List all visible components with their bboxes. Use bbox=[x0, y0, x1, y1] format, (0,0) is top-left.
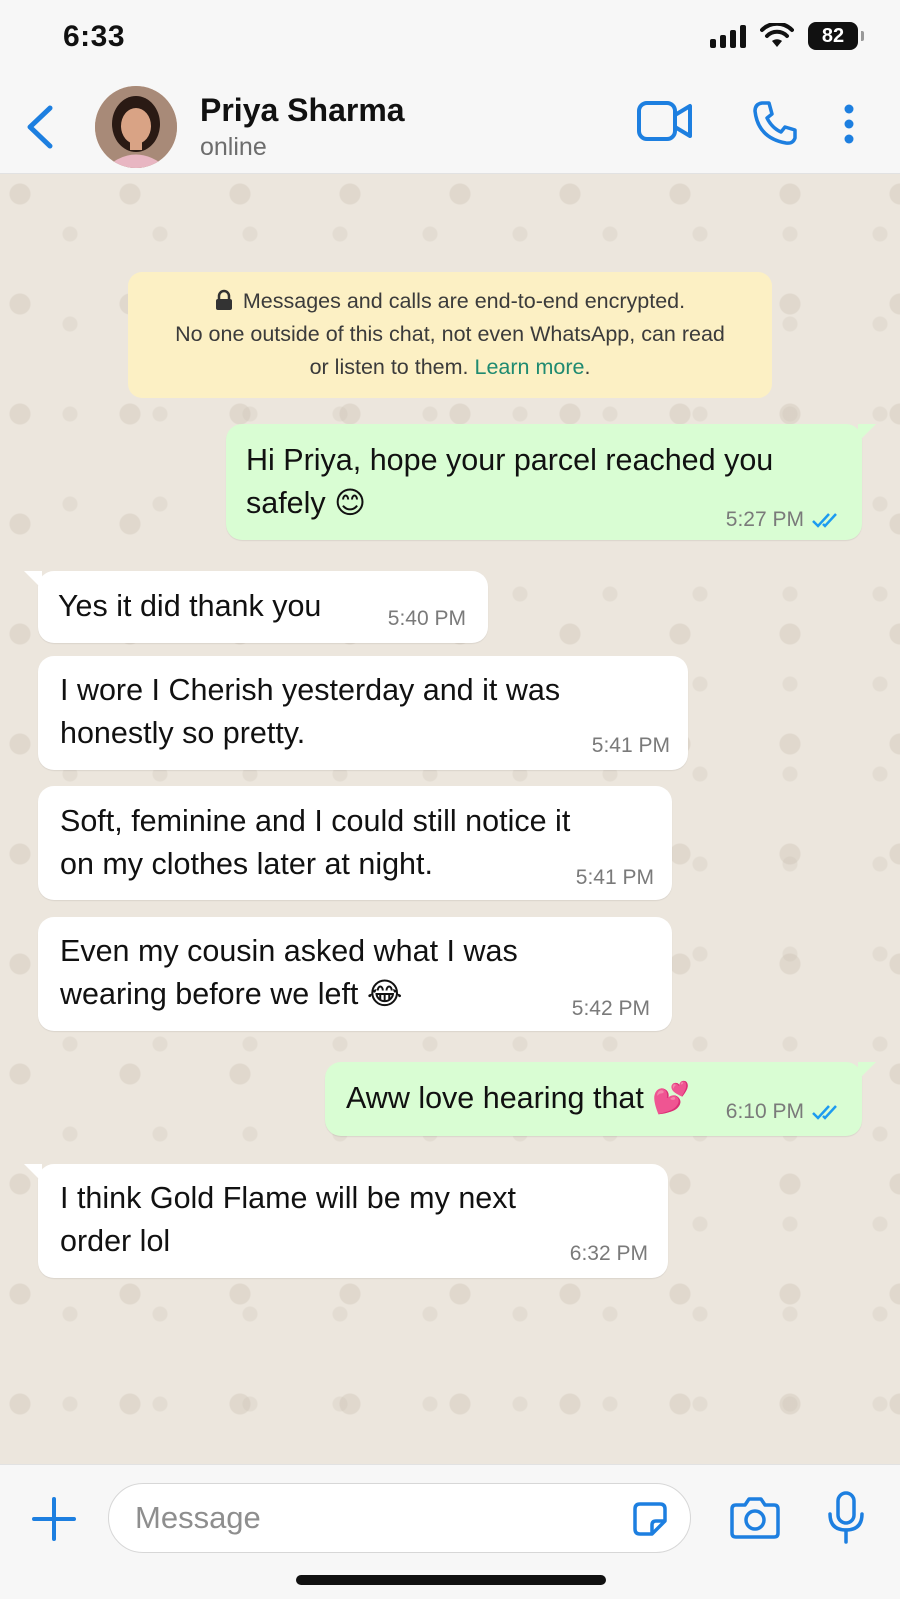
message-bubble-incoming[interactable]: I think Gold Flame will be my next order… bbox=[24, 1164, 668, 1278]
message-text: honestly so pretty. bbox=[60, 716, 306, 750]
message-text: Hi Priya, hope your parcel reached you bbox=[246, 443, 774, 477]
read-receipt-icon bbox=[812, 513, 837, 528]
cellular-signal-icon bbox=[710, 24, 746, 48]
encryption-line-3: or listen to them. Learn more. bbox=[128, 351, 772, 384]
message-text: safely 😊 bbox=[246, 486, 366, 520]
encryption-text-3-end: . bbox=[584, 355, 591, 379]
chat-header: Priya Sharma online bbox=[0, 80, 900, 174]
video-call-icon[interactable] bbox=[636, 100, 694, 142]
bubble-tail bbox=[858, 1062, 876, 1080]
avatar[interactable] bbox=[95, 86, 177, 168]
encryption-line-1: Messages and calls are end-to-end encryp… bbox=[128, 285, 772, 318]
status-time: 6:33 bbox=[63, 20, 126, 53]
voice-call-icon[interactable] bbox=[752, 100, 798, 146]
message-field[interactable] bbox=[108, 1483, 691, 1553]
wifi-icon bbox=[760, 23, 794, 47]
chat-area[interactable]: Messages and calls are end-to-end encryp… bbox=[0, 174, 900, 1464]
message-timestamp: 6:10 PM bbox=[725, 1100, 804, 1123]
message-timestamp: 5:41 PM bbox=[575, 866, 654, 889]
encryption-text-3: or listen to them. bbox=[309, 355, 475, 379]
battery-icon: 82 bbox=[808, 22, 864, 50]
contact-status: online bbox=[200, 133, 267, 161]
bubble-tail bbox=[24, 571, 42, 589]
camera-icon[interactable] bbox=[730, 1495, 780, 1539]
add-attachment-icon[interactable] bbox=[32, 1497, 76, 1541]
sticker-icon[interactable] bbox=[632, 1501, 668, 1537]
message-timestamp: 5:40 PM bbox=[387, 607, 466, 630]
message-text: order lol bbox=[60, 1224, 171, 1258]
message-text: Yes it did thank you bbox=[58, 589, 322, 623]
status-icons: 82 bbox=[710, 22, 864, 50]
message-bubble-outgoing[interactable]: Hi Priya, hope your parcel reached you s… bbox=[226, 424, 876, 540]
encryption-text-1: Messages and calls are end-to-end encryp… bbox=[242, 289, 686, 313]
message-time: 5:27 PM bbox=[726, 508, 844, 532]
back-button[interactable] bbox=[22, 102, 58, 152]
message-input-bar bbox=[0, 1464, 900, 1599]
message-text: I wore I Cherish yesterday and it was bbox=[60, 673, 561, 707]
message-bubble-incoming[interactable]: Soft, feminine and I could still notice … bbox=[38, 786, 672, 900]
message-text: Even my cousin asked what I was bbox=[60, 934, 518, 968]
status-bar: 6:33 82 bbox=[0, 0, 900, 80]
more-options-icon[interactable] bbox=[843, 104, 855, 144]
contact-name[interactable]: Priya Sharma bbox=[200, 92, 405, 129]
message-text: wearing before we left 😂 bbox=[60, 977, 403, 1011]
microphone-icon[interactable] bbox=[826, 1490, 866, 1546]
lock-icon bbox=[215, 289, 232, 310]
message-bubble-outgoing[interactable]: Aww love hearing that 💕 6:10 PM bbox=[325, 1062, 876, 1136]
learn-more-link[interactable]: Learn more bbox=[474, 355, 584, 379]
encryption-notice[interactable]: Messages and calls are end-to-end encryp… bbox=[128, 272, 772, 398]
message-timestamp: 6:32 PM bbox=[569, 1242, 648, 1265]
avatar-image bbox=[95, 86, 177, 168]
home-indicator bbox=[296, 1575, 606, 1585]
encryption-line-2: No one outside of this chat, not even Wh… bbox=[175, 322, 725, 346]
message-timestamp: 5:27 PM bbox=[725, 508, 804, 531]
message-bubble-incoming[interactable]: Even my cousin asked what I was wearing … bbox=[38, 917, 672, 1031]
message-input[interactable] bbox=[135, 1498, 605, 1538]
message-bubble-incoming[interactable]: I wore I Cherish yesterday and it was ho… bbox=[38, 656, 688, 770]
message-text: Soft, feminine and I could still notice … bbox=[60, 804, 571, 838]
message-text: Aww love hearing that 💕 bbox=[346, 1081, 691, 1115]
message-bubble-incoming[interactable]: Yes it did thank you 5:40 PM bbox=[24, 571, 488, 643]
message-time: 6:10 PM bbox=[726, 1100, 844, 1124]
message-timestamp: 5:42 PM bbox=[571, 997, 650, 1020]
bubble-tail bbox=[24, 1164, 42, 1182]
bubble-tail bbox=[858, 424, 876, 442]
message-text: on my clothes later at night. bbox=[60, 847, 433, 881]
message-text: I think Gold Flame will be my next bbox=[60, 1181, 516, 1215]
read-receipt-icon bbox=[812, 1105, 837, 1120]
message-timestamp: 5:41 PM bbox=[591, 734, 670, 757]
